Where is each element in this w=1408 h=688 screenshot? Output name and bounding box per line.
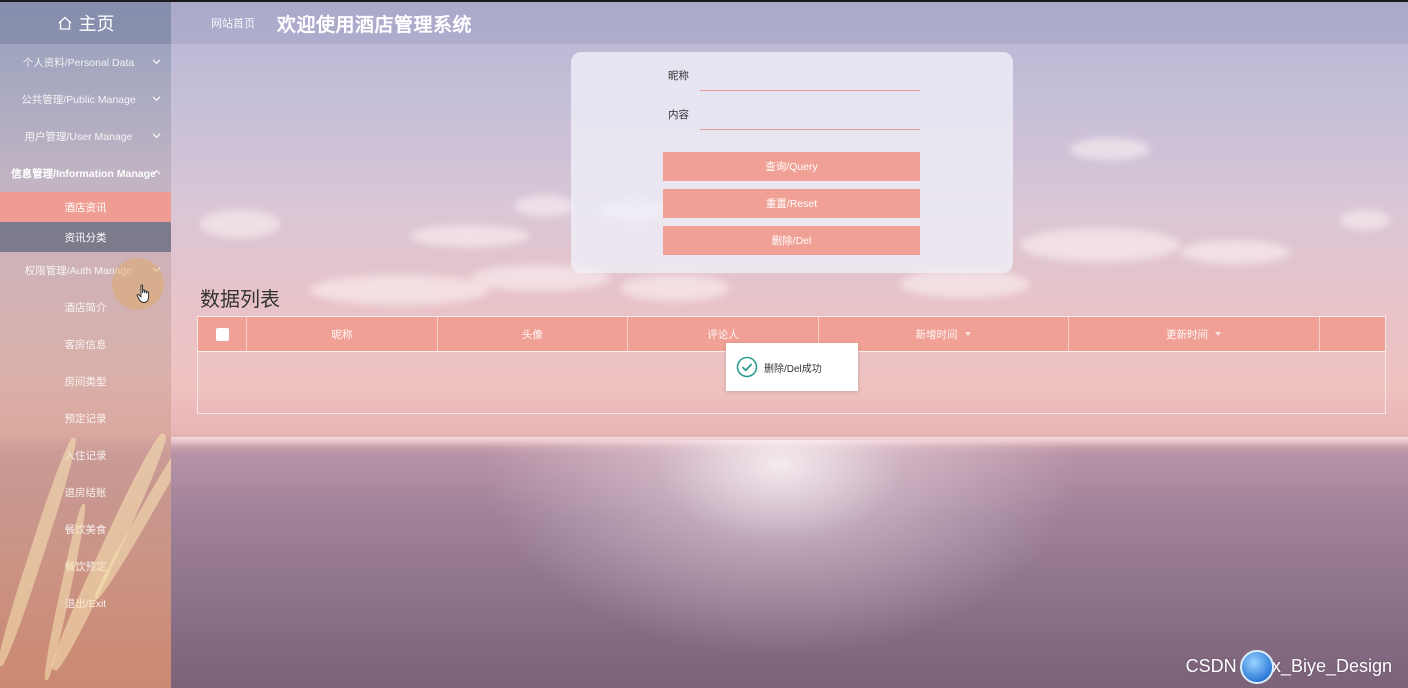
top-header: 网站首页 欢迎使用酒店管理系统 [171,2,1408,44]
chevron-up-icon [152,169,161,175]
column-header-label: 新增时间 [915,328,958,341]
menu-group-personal-data[interactable]: 个人资料/Personal Data [0,44,171,81]
page-title: 欢迎使用酒店管理系统 [277,14,473,36]
delete-button[interactable]: 删除/Del [663,226,920,255]
sidebar-item-label: 餐饮美食 [64,524,107,536]
home-icon [58,16,71,30]
success-toast: 删除/Del成功 [726,343,858,391]
sidebar-item-hotel-news[interactable]: 酒店资讯 [0,192,171,222]
column-header-label: 更新时间 [1166,328,1208,341]
chevron-down-icon [152,59,161,65]
select-all-checkbox[interactable] [215,327,229,341]
sidebar-item-label: 酒店简介 [64,302,107,314]
column-header-avatar: 头像 [438,317,628,351]
sidebar-home[interactable]: 主页 [0,2,171,44]
sidebar-item-label: 预定记录 [64,413,107,425]
column-header-label: 昵称 [331,328,353,341]
column-header-nickname: 昵称 [247,317,438,351]
data-list-title: 数据列表 [200,289,280,311]
chevron-down-icon [152,133,161,139]
sidebar-item-booking-records[interactable]: 预定记录 [0,400,171,437]
menu-group-information-manage[interactable]: 信息管理/Information Manage [0,155,171,192]
nickname-input[interactable] [700,65,920,91]
menu-group-label: 公共管理/Public Manage [21,94,136,106]
sidebar-item-label: 房间类型 [64,376,107,388]
nickname-label: 昵称 [668,70,689,82]
sidebar: 主页 个人资料/Personal Data 公共管理/Public Manage… [0,2,171,688]
column-header-label: 评论人 [707,328,739,341]
column-header-label: 头像 [522,328,543,341]
column-header-updated-time[interactable]: 更新时间 [1069,317,1320,351]
sidebar-item-news-category[interactable]: 资讯分类 [0,222,171,252]
chevron-down-icon [152,96,161,102]
watermark-avatar [1239,650,1274,684]
hand-cursor-icon [136,284,150,303]
content-label: 内容 [668,109,689,121]
sidebar-item-label: 资讯分类 [64,231,107,244]
sidebar-item-label: 酒店资讯 [64,201,107,214]
watermark-left: CSDN [1185,656,1237,676]
column-header-actions [1320,317,1385,351]
menu-group-user-manage[interactable]: 用户管理/User Manage [0,118,171,155]
menu-group-label: 个人资料/Personal Data [22,57,135,69]
menu-group-label: 信息管理/Information Manage [11,168,156,180]
sort-icon[interactable] [1214,330,1222,338]
query-button[interactable]: 查询/Query [663,152,920,181]
check-circle-icon [736,356,758,378]
sidebar-item-label: 退房结账 [64,487,107,499]
home-label: 主页 [78,14,115,34]
content-field: 内容 [668,104,920,130]
menu-group-label: 用户管理/User Manage [24,131,133,143]
toast-message: 删除/Del成功 [764,363,822,375]
window-top-border [0,0,1408,2]
nickname-field: 昵称 [668,65,920,91]
sort-icon[interactable] [964,330,972,338]
csdn-watermark: CSDN @vx_Biye_Design [1185,650,1392,684]
breadcrumb-home[interactable]: 网站首页 [211,15,255,31]
content-input[interactable] [700,104,920,130]
sidebar-item-label: 客房信息 [64,339,107,351]
sidebar-item-room-info[interactable]: 客房信息 [0,326,171,363]
menu-group-public-manage[interactable]: 公共管理/Public Manage [0,81,171,118]
reset-button[interactable]: 重置/Reset [663,189,920,218]
search-form: 昵称 内容 查询/Query 重置/Reset 删除/Del [571,52,1013,273]
sidebar-item-room-type[interactable]: 房间类型 [0,363,171,400]
select-all-cell [198,317,247,351]
